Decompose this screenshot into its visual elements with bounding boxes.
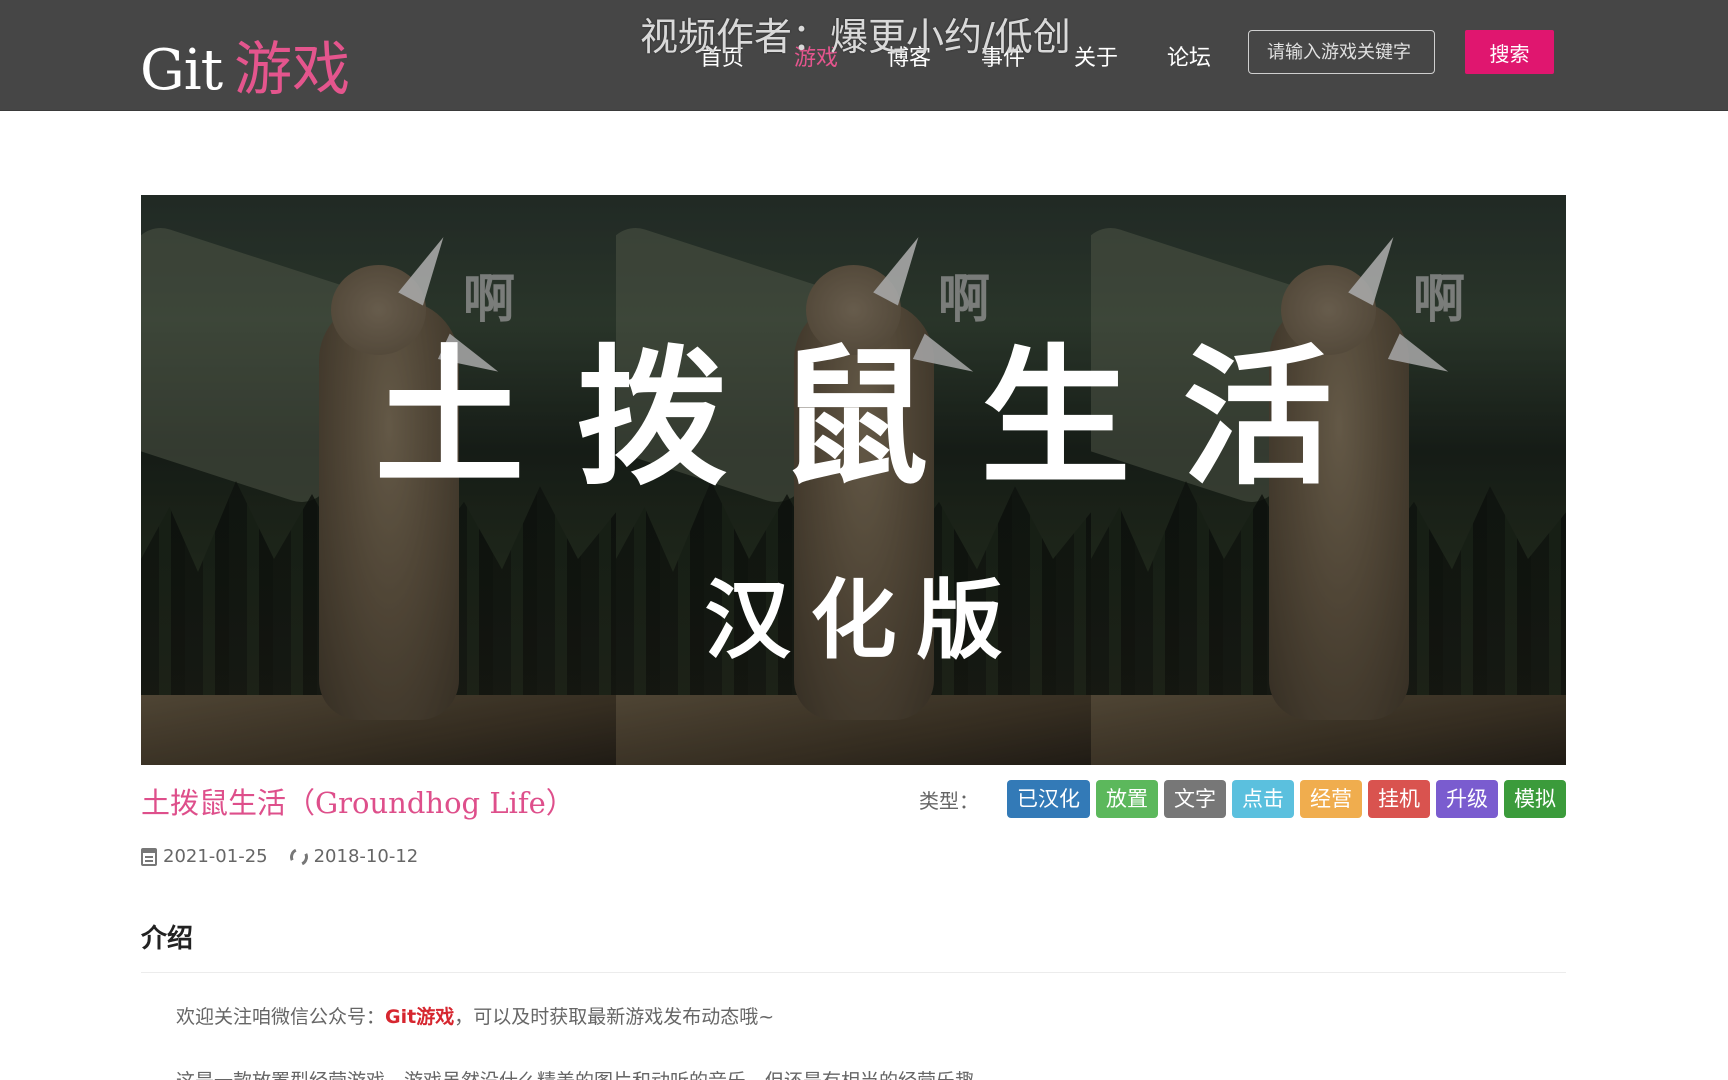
logo-game-text: 游戏 bbox=[234, 35, 351, 103]
intro-paragraph-2: 这是一款放置型经营游戏，游戏虽然没什么精美的图片和动听的音乐，但还是有相当的经营… bbox=[176, 1066, 974, 1080]
refresh-icon bbox=[287, 844, 311, 869]
publish-date-text: 2021-01-25 bbox=[163, 846, 268, 867]
search-button[interactable]: 搜索 bbox=[1465, 30, 1554, 74]
nav-about[interactable]: 关于 bbox=[1074, 40, 1118, 72]
intro-text-before: 欢迎关注咱微信公众号： bbox=[176, 1006, 386, 1028]
tag-idle[interactable]: 放置 bbox=[1096, 780, 1158, 818]
update-date: 2018-10-12 bbox=[287, 844, 419, 869]
calendar-icon bbox=[141, 847, 157, 866]
game-tags: 类型： 已汉化 放置 文字 点击 经营 挂机 升级 模拟 bbox=[919, 780, 1566, 818]
nav-forum[interactable]: 论坛 bbox=[1167, 40, 1211, 72]
publish-date: 2021-01-25 bbox=[141, 846, 268, 867]
tag-upgrade[interactable]: 升级 bbox=[1436, 780, 1498, 818]
game-title: 土拨鼠生活（Groundhog Life） bbox=[141, 786, 575, 820]
intro-paragraph: 欢迎关注咱微信公众号：Git游戏，可以及时获取最新游戏发布动态哦~ bbox=[176, 1002, 774, 1029]
section-divider bbox=[141, 972, 1566, 973]
search-input[interactable] bbox=[1248, 30, 1435, 74]
tag-simulation[interactable]: 模拟 bbox=[1504, 780, 1566, 818]
header: Git 游戏 首页 游戏 博客 事件 关于 论坛 搜索 视频作者：爆更小约/低创 bbox=[0, 0, 1728, 111]
tags-label: 类型： bbox=[919, 788, 979, 813]
game-meta: 2021-01-25 2018-10-12 bbox=[141, 844, 440, 869]
intro-text-after: ，可以及时获取最新游戏发布动态哦~ bbox=[454, 1006, 775, 1028]
update-date-text: 2018-10-12 bbox=[313, 846, 419, 867]
intro-heading: 介绍 bbox=[141, 924, 194, 954]
wechat-account-name[interactable]: Git游戏 bbox=[385, 1006, 454, 1028]
tag-text[interactable]: 文字 bbox=[1164, 780, 1226, 818]
tag-afk[interactable]: 挂机 bbox=[1368, 780, 1430, 818]
banner-title: 土拨鼠生活 bbox=[374, 332, 1385, 506]
logo-git-text: Git bbox=[140, 38, 223, 103]
tag-localized[interactable]: 已汉化 bbox=[1007, 780, 1090, 818]
tag-clicker[interactable]: 点击 bbox=[1232, 780, 1294, 818]
game-banner-image: 啊 啊 啊 土拨鼠生活 汉化版 bbox=[141, 195, 1566, 765]
tag-management[interactable]: 经营 bbox=[1300, 780, 1362, 818]
banner-subtitle: 汉化版 bbox=[704, 571, 1023, 671]
site-logo[interactable]: Git 游戏 bbox=[140, 22, 350, 103]
video-watermark: 视频作者：爆更小约/低创 bbox=[640, 15, 1071, 59]
